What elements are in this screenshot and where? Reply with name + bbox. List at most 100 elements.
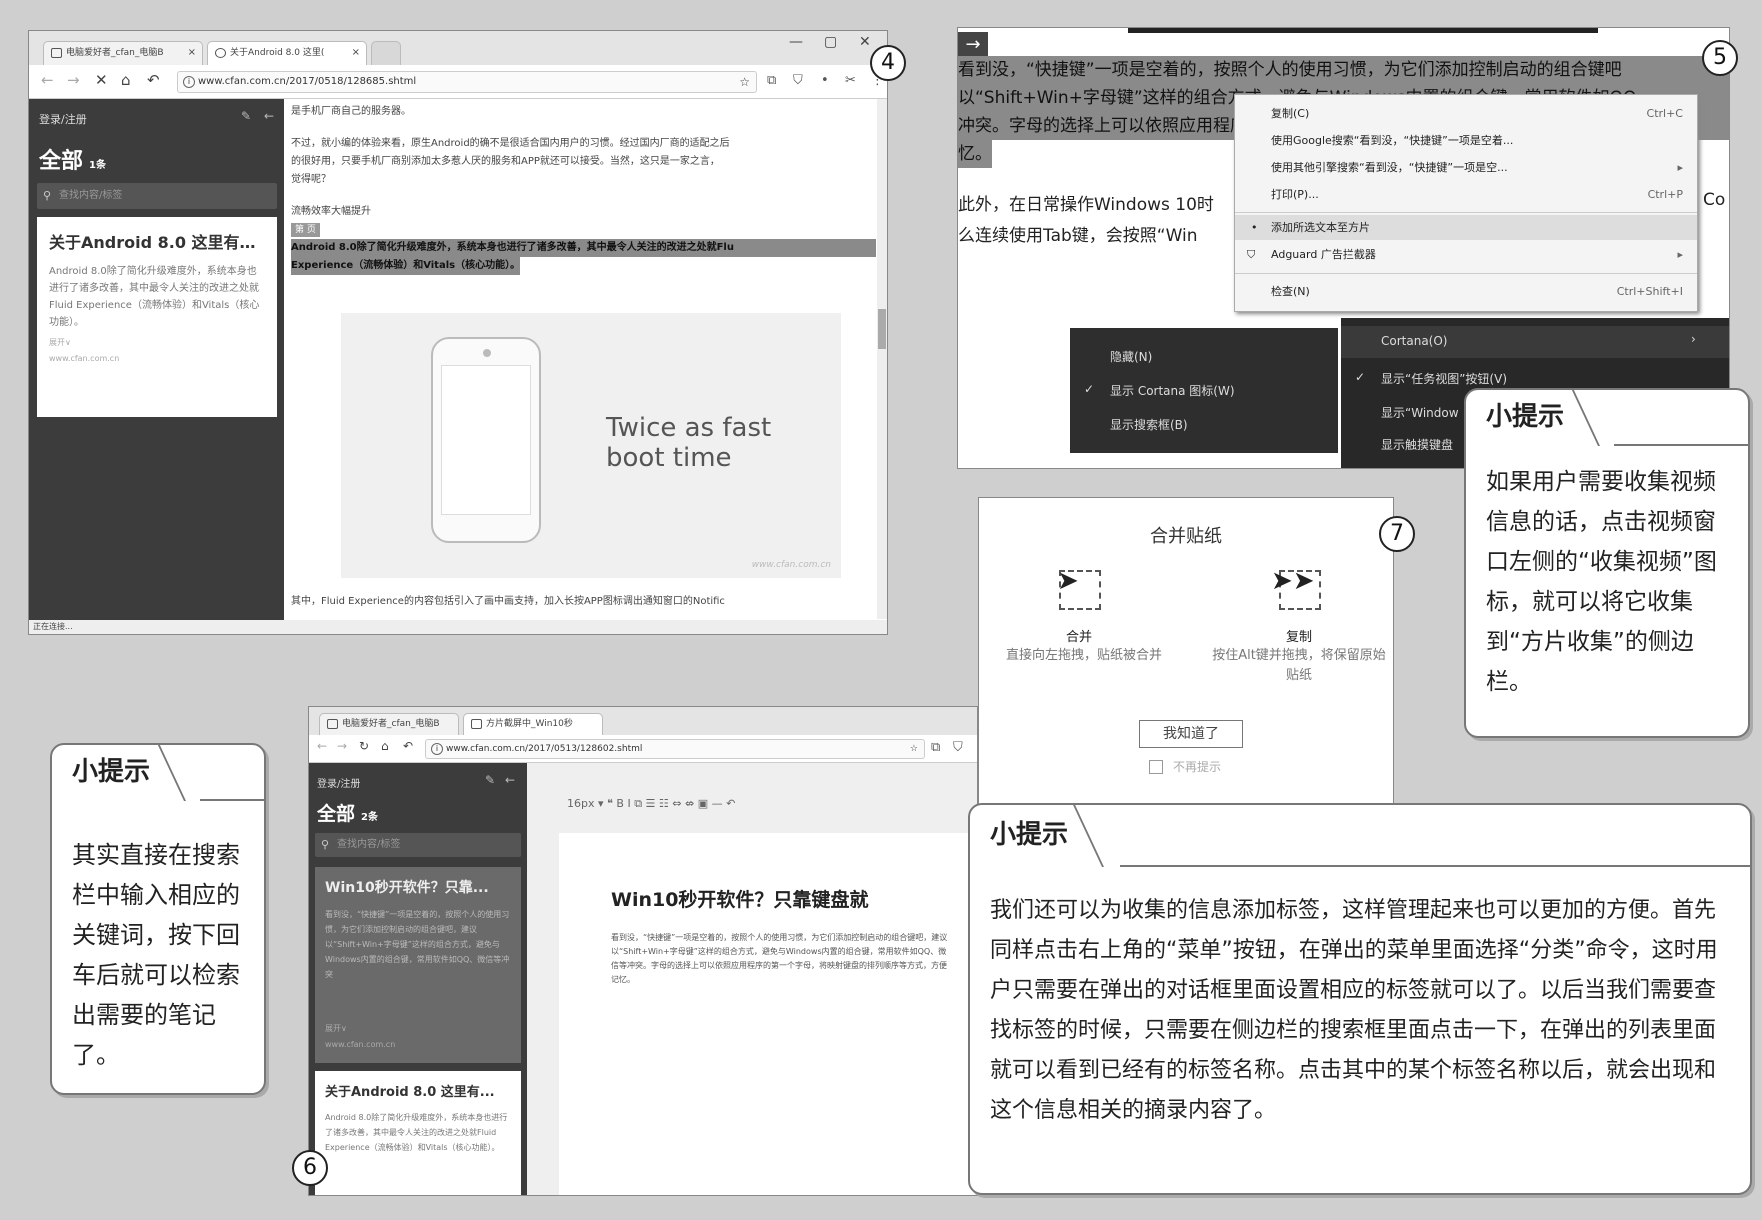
scissors-icon[interactable]: ✂ xyxy=(845,73,856,88)
back-arrow-icon[interactable]: ← xyxy=(505,773,515,787)
menu-item-touch-keyboard[interactable]: 显示触摸键盘 xyxy=(1381,436,1453,453)
menu-item-adguard[interactable]: ⛉ Adguard 广告拦截器 ▸ xyxy=(1235,242,1697,267)
merge-description: 直接向左拖拽，贴纸被合并 xyxy=(1005,648,1162,663)
menu-item-cortana[interactable]: Cortana(O) › xyxy=(1341,326,1729,358)
tip-box-tags: 小提示 我们还可以为收集的信息添加标签，这样管理起来也可以更加的方便。首先同样点… xyxy=(968,803,1752,1195)
menu-item-inspect[interactable]: 检查(N) Ctrl+Shift+I xyxy=(1235,279,1697,304)
star-icon[interactable]: ☆ xyxy=(739,72,750,92)
minimize-button[interactable]: — xyxy=(789,34,803,50)
tab-bar: 电脑爱好者_cfan_电脑B 方片截屏中_Win10秒 xyxy=(309,707,977,735)
maximize-button[interactable]: ▢ xyxy=(824,34,837,50)
new-tab-button[interactable] xyxy=(371,41,401,65)
close-icon[interactable]: × xyxy=(352,42,360,64)
home-icon[interactable]: ⌂ xyxy=(121,71,131,89)
dont-show-checkbox[interactable] xyxy=(1149,760,1163,774)
edit-icon[interactable]: ✎ xyxy=(241,109,251,123)
cursor-icon: ➤ xyxy=(1057,566,1079,596)
text-line: 看到没，“快捷键”一项是空着的，按照个人的使用习惯，为它们添加控制启动的组合键吧 xyxy=(958,56,1729,84)
menu-item-google-search[interactable]: 使用Google搜索“看到没，“快捷键”一项是空着... xyxy=(1235,128,1697,153)
reload-icon[interactable]: ↻ xyxy=(359,739,369,753)
menu-item-copy[interactable]: 复制(C) Ctrl+C xyxy=(1235,101,1697,126)
menu-item-print[interactable]: 打印(P)... Ctrl+P xyxy=(1235,182,1697,207)
phone-camera xyxy=(483,349,491,357)
image-caption-1: Twice as fast xyxy=(606,413,772,443)
undo-icon[interactable]: ↶ xyxy=(147,71,160,89)
menu-item-label: Adguard 广告拦截器 xyxy=(1271,248,1376,261)
url-field[interactable]: i www.cfan.com.cn/2017/0518/128685.shtml… xyxy=(177,71,757,93)
menu-item-shortcut: Ctrl+C xyxy=(1646,107,1683,120)
dot-icon[interactable]: • xyxy=(821,73,829,88)
stop-icon[interactable]: ✕ xyxy=(95,71,108,89)
source-link[interactable]: www.cfan.com.cn xyxy=(49,354,265,363)
tab-bar: 电脑爱好者_cfan_电脑B × 关于Android 8.0 这里( × — ▢… xyxy=(29,31,887,65)
menu-item-other-search[interactable]: 使用其他引擎搜索“看到没，“快捷键”一项是空... ▸ xyxy=(1235,155,1697,180)
screenshot-4: 电脑爱好者_cfan_电脑B × 关于Android 8.0 这里( × — ▢… xyxy=(28,30,888,635)
merge-icon: ➤ xyxy=(1057,566,1101,610)
note-card[interactable]: 关于Android 8.0 这里有… Android 8.0除了简化升级难度外，… xyxy=(37,217,277,417)
sidebar-search-input[interactable]: ⚲ 查找内容/标签 xyxy=(37,183,277,209)
shield-icon[interactable]: ⛉ xyxy=(793,73,803,88)
copy-icon: ➤➤ xyxy=(1271,566,1321,610)
menu-item-hide[interactable]: 隐藏(N) xyxy=(1110,348,1152,365)
back-icon[interactable]: ← xyxy=(41,71,54,89)
all-label: 全部 xyxy=(39,149,84,174)
page-icon xyxy=(471,719,482,729)
tag: 第 页 xyxy=(291,223,320,237)
menu-item-label: 检查(N) xyxy=(1271,285,1310,298)
sidebar-search-input[interactable]: ⚲ 查找内容/标签 xyxy=(315,833,521,857)
edit-icon[interactable]: ✎ xyxy=(485,773,495,787)
menu-item-task-view[interactable]: 显示“任务视图”按钮(V) xyxy=(1381,370,1507,387)
menu-item-add-to-fangpian[interactable]: • 添加所选文本至方片 xyxy=(1235,215,1697,240)
url-field[interactable]: i www.cfan.com.cn/2017/0513/128602.shtml… xyxy=(425,739,925,759)
menu-item-windows-ink[interactable]: 显示“Window xyxy=(1381,404,1459,421)
extension-icon[interactable]: ⧉ xyxy=(767,73,776,88)
note-card[interactable]: 关于Android 8.0 这里有... Android 8.0除了简化升级难度… xyxy=(315,1071,521,1195)
menu-item-label: Cortana(O) xyxy=(1381,334,1448,348)
page-icon xyxy=(327,719,338,729)
login-link[interactable]: 登录/注册 xyxy=(39,111,87,127)
text-line: 其中，Fluid Experience的内容包括引入了画中画支持，加入长按APP… xyxy=(291,596,725,607)
forward-icon[interactable]: → xyxy=(337,739,347,753)
sidebar: 登录/注册 ✎ ← 全部 1条 ⚲ 查找内容/标签 关于Android 8.0 这… xyxy=(29,99,284,622)
source-link[interactable]: www.cfan.com.cn xyxy=(325,1040,511,1049)
scrollbar-thumb[interactable] xyxy=(878,309,886,349)
expand-link[interactable]: 展开∨ xyxy=(49,337,265,348)
close-button[interactable]: ✕ xyxy=(859,34,871,50)
arrow-icon[interactable]: → xyxy=(958,32,988,58)
tab-1-label: 电脑爱好者_cfan_电脑B xyxy=(342,719,440,729)
shield-icon[interactable]: ⛉ xyxy=(953,740,963,755)
star-icon[interactable]: ☆ xyxy=(910,740,918,758)
expand-link[interactable]: 展开∨ xyxy=(325,1023,511,1034)
merge-label: 合并 xyxy=(1065,630,1092,645)
tab-2-label: 关于Android 8.0 这里( xyxy=(230,48,325,58)
back-arrow-icon[interactable]: ← xyxy=(264,109,274,123)
menu-item-show-search-box[interactable]: 显示搜索框(B) xyxy=(1110,416,1188,433)
back-icon[interactable]: ← xyxy=(317,739,327,753)
article-title: Win10秒开软件？只靠键盘就 xyxy=(611,889,869,911)
tab-1[interactable]: 电脑爱好者_cfan_电脑B xyxy=(319,713,459,735)
tab-1[interactable]: 电脑爱好者_cfan_电脑B × xyxy=(43,41,203,65)
screenshot-6: 电脑爱好者_cfan_电脑B 方片截屏中_Win10秒 ← → ↻ ⌂ ↶ i … xyxy=(308,706,978,1196)
tab-2[interactable]: 关于Android 8.0 这里( × xyxy=(207,41,367,65)
note-title: Win10秒开软件？只靠... xyxy=(325,880,489,896)
text-line: 么连续使用Tab键，会按照“Win xyxy=(958,226,1198,246)
forward-icon[interactable]: → xyxy=(67,71,80,89)
cursor-icon: ➤➤ xyxy=(1271,566,1315,596)
note-card[interactable]: Win10秒开软件？只靠... 看到没，“快捷键”一项是空着的，按照个人的使用习… xyxy=(315,867,521,1063)
tab-2[interactable]: 方片截屏中_Win10秒 xyxy=(463,713,603,735)
extension-icon[interactable]: ⧉ xyxy=(931,740,940,755)
highlighted-line: Experience（流畅体验）和Vitals（核心功能）。 xyxy=(291,257,521,275)
menu-item-label: 使用其他引擎搜索“看到没，“快捷键”一项是空... xyxy=(1271,161,1508,174)
menu-item-show-cortana-icon[interactable]: 显示 Cortana 图标(W) xyxy=(1110,382,1235,399)
scrollbar[interactable] xyxy=(877,99,887,619)
url-text: www.cfan.com.cn/2017/0513/128602.shtml xyxy=(446,744,643,754)
home-icon[interactable]: ⌂ xyxy=(381,739,389,753)
status-bar: 正在连接... xyxy=(29,620,887,634)
undo-icon[interactable]: ↶ xyxy=(403,739,413,753)
login-link[interactable]: 登录/注册 xyxy=(317,775,360,790)
status-text: 正在连接... xyxy=(33,622,73,631)
chevron-right-icon: › xyxy=(1691,332,1696,346)
editor-toolbar[interactable]: 16px ▾ ❝ B I ⧉ ☰ ☷ ⇔ ⇎ ▣ — ↶ xyxy=(567,797,735,811)
close-icon[interactable]: × xyxy=(188,42,196,64)
ok-button[interactable]: 我知道了 xyxy=(1139,720,1243,748)
